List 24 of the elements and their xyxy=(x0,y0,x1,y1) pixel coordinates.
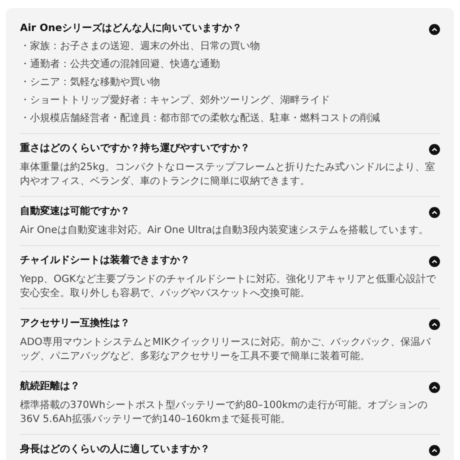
collapse-icon[interactable] xyxy=(429,206,440,218)
faq-question[interactable]: アクセサリー互換性は？ xyxy=(20,317,130,331)
collapse-icon[interactable] xyxy=(429,318,440,330)
faq-answer: ・通勤者：公共交通の混雑回避、快適な通勤 xyxy=(20,58,221,72)
faq-answer: ・小規模店舗経営者・配達員：都市部での柔軟な配送、駐車・燃料コストの削減 xyxy=(20,112,381,126)
faq-answer: 車体重量は約25kg。コンパクトなローステップフレームと折りたたみ式ハンドルにより、室内やオフィス、ベランダ、車のトランクに簡単に収納できます。 xyxy=(20,161,436,189)
collapse-icon[interactable] xyxy=(429,444,440,456)
faq-question[interactable]: Air Oneシリーズはどんな人に向いていますか？ xyxy=(20,22,242,36)
faq-answer: ・ショートトリップ愛好者：キャンプ、郊外ツーリング、湖畔ライド xyxy=(20,94,331,108)
faq-question[interactable]: 身長はどのくらいの人に適していますか？ xyxy=(20,443,210,457)
collapse-icon[interactable] xyxy=(429,24,440,34)
collapse-icon[interactable] xyxy=(429,144,440,154)
faq-answer: Air Oneは自動変速非対応。Air One Ultraは自動3段内装変速システムを搭載しています。 xyxy=(20,224,430,238)
faq-question[interactable]: 自動変速は可能ですか？ xyxy=(20,205,130,219)
faq-answer: 標準搭載の370Whシートポスト型バッテリーで約80–100kmの走行が可能。オプションの36V 5.6Ah拡張バッテリーで約140–160kmまで延長可能。 xyxy=(20,399,429,427)
faq-question[interactable]: チャイルドシートは装着できますか？ xyxy=(20,254,190,268)
faq-answer: ADO専用マウントシステムとMIKクイックリリースに対応。前かご、バックパック、保温バッグ、パニアバッグなど、多彩なアクセサリーを工具不要で簡単に装着可能。 xyxy=(20,336,432,364)
collapse-icon[interactable] xyxy=(429,382,440,392)
faq-answer: Yepp、OGKなど主要ブランドのチャイルドシートに対応。強化リアキャリアと低重心設計で安心安全。取り外しも容易で、バッグやバスケットへ交換可能。 xyxy=(20,273,437,301)
faq-question[interactable]: 重さはどのくらいですか？持ち運びやすいですか？ xyxy=(20,142,250,156)
faq-answer: ・家族：お子さまの送迎、週末の外出、日常の買い物 xyxy=(20,40,261,54)
collapse-icon[interactable] xyxy=(429,256,440,266)
faq-answer: ・シニア：気軽な移動や買い物 xyxy=(20,76,161,90)
faq-question[interactable]: 航続距離は？ xyxy=(20,380,80,394)
